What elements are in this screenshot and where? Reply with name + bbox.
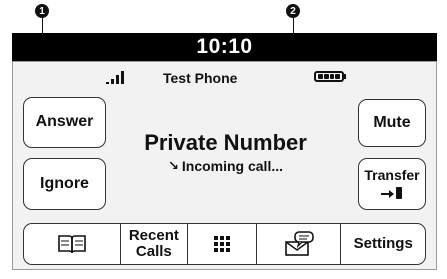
ignore-button[interactable]: Ignore bbox=[23, 158, 106, 210]
clock: 10:10 bbox=[196, 35, 253, 58]
call-status-text: Incoming call... bbox=[181, 158, 284, 174]
bottom-nav: Recent Calls Settings bbox=[23, 223, 426, 265]
keypad-icon bbox=[214, 236, 231, 252]
phone-name: Test Phone bbox=[163, 70, 238, 86]
top-bar: 10:10 bbox=[12, 33, 437, 61]
phonebook-icon bbox=[57, 235, 86, 254]
call-status: ↘ Incoming call... bbox=[108, 158, 343, 174]
phone-screen: Test Phone Answer Ignore Private Number … bbox=[12, 61, 437, 270]
recent-calls-line1: Recent bbox=[128, 227, 179, 245]
mute-button[interactable]: Mute bbox=[358, 99, 426, 147]
battery-icon bbox=[314, 71, 344, 82]
transfer-to-handset-icon bbox=[381, 186, 402, 199]
messages-icon bbox=[284, 231, 314, 256]
messages-button[interactable] bbox=[257, 224, 342, 264]
callout-marker-2: 2 bbox=[286, 4, 300, 18]
callout-marker-1: 1 bbox=[35, 4, 49, 18]
transfer-label: Transfer bbox=[364, 167, 420, 184]
phonebook-button[interactable] bbox=[24, 224, 121, 264]
recent-calls-button[interactable]: Recent Calls bbox=[121, 224, 189, 264]
settings-button[interactable]: Settings bbox=[341, 224, 425, 264]
transfer-button[interactable]: Transfer bbox=[358, 158, 426, 210]
recent-calls-line2: Calls bbox=[135, 243, 172, 260]
battery-tip bbox=[344, 74, 346, 79]
signal-bars-icon bbox=[106, 70, 128, 84]
incoming-call-arrow-icon: ↘ bbox=[167, 158, 179, 173]
caller-name: Private Number bbox=[144, 130, 307, 155]
keypad-button[interactable] bbox=[188, 224, 257, 264]
answer-button[interactable]: Answer bbox=[23, 97, 106, 148]
